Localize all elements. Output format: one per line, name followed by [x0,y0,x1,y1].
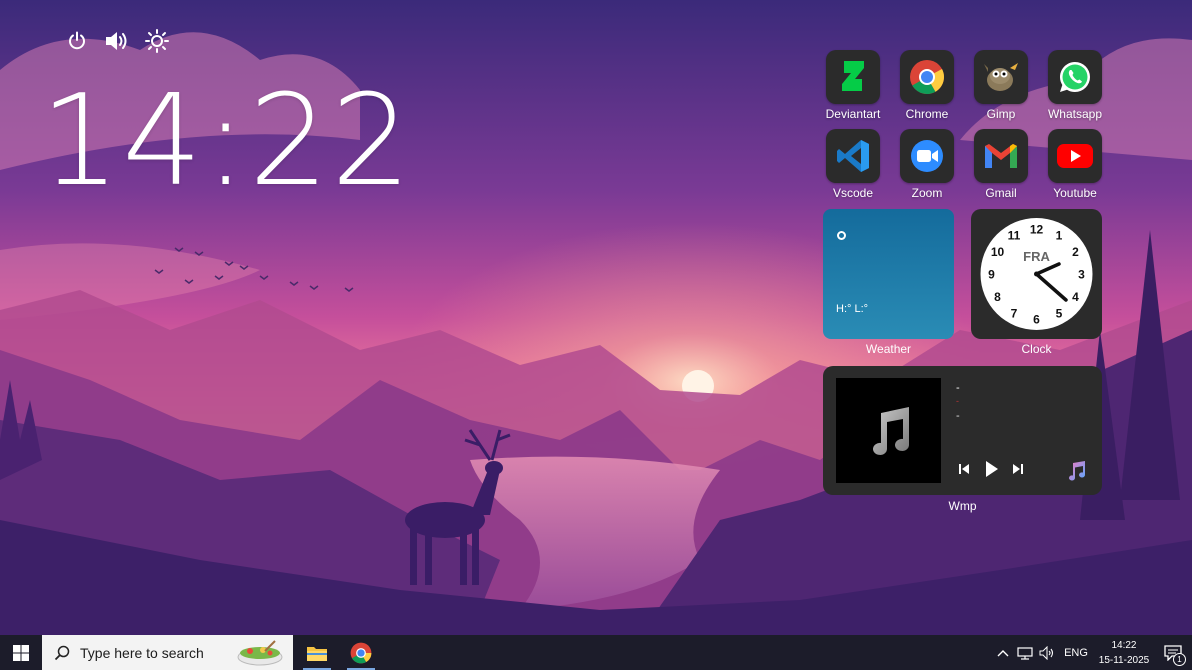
deviantart-icon [826,50,880,104]
app-label: Vscode [832,186,874,200]
app-youtube[interactable]: Youtube [1042,129,1108,200]
clock-number: 3 [1078,268,1085,282]
app-label: Zoom [911,186,943,200]
youtube-icon [1048,129,1102,183]
power-icon[interactable] [64,28,90,54]
app-label: Gimp [986,107,1016,121]
taskbar-date: 15-11-2025 [1098,654,1150,666]
quick-controls [64,28,170,54]
weather-widget-label: Weather [865,342,912,356]
clock-number: 8 [994,290,1001,304]
clock-number: 11 [1008,229,1021,243]
clock-number: 1 [1056,229,1063,243]
track-title: - [956,382,960,394]
search-highlight-salad-icon [237,640,283,666]
taskbar-chrome[interactable] [339,635,383,670]
clock-number: 5 [1056,307,1063,321]
app-deviantart[interactable]: Deviantart [820,50,886,121]
show-hidden-icons-chevron-up-icon[interactable] [992,635,1014,670]
search-placeholder: Type here to search [80,644,204,661]
music-note-icon [872,406,909,455]
chrome-icon [350,642,372,663]
whatsapp-icon [1048,50,1102,104]
track-album: - [956,410,960,422]
weather-widget[interactable]: H:° L:° [823,209,954,339]
clock-number: 4 [1072,290,1079,304]
start-button[interactable] [0,635,42,670]
app-label: Chrome [905,107,949,121]
app-zoom[interactable]: Zoom [894,129,960,200]
media-player-widget: - - - [823,366,1102,495]
previous-track-icon[interactable] [957,462,971,476]
network-icon[interactable] [1014,635,1036,670]
music-app-icon[interactable] [1067,460,1087,482]
weather-degree-icon [837,231,846,240]
taskbar-clock[interactable]: 14:22 15-11-2025 [1094,635,1154,670]
system-tray: ENG 14:22 15-11-2025 1 [992,635,1192,670]
brightness-icon[interactable] [144,28,170,54]
app-chrome[interactable]: Chrome [894,50,960,121]
app-label: Gmail [985,186,1017,200]
taskbar-search-box[interactable]: Type here to search [42,635,293,670]
notification-count-badge: 1 [1173,653,1186,666]
app-gmail[interactable]: Gmail [968,129,1034,200]
taskbar: Type here to search ENG 14:22 15-11-2025… [0,635,1192,670]
chrome-icon [900,50,954,104]
play-icon[interactable] [984,459,1000,479]
zoom-icon [900,129,954,183]
app-label: Youtube [1053,186,1097,200]
app-vscode[interactable]: Vscode [820,129,886,200]
app-label: Whatsapp [1047,107,1103,121]
windows-icon [13,644,29,661]
clock-number: 10 [991,245,1005,259]
app-gimp[interactable]: Gimp [968,50,1034,121]
volume-icon[interactable] [104,28,130,54]
clock-city-label: FRA [1023,249,1050,264]
app-label: Deviantart [825,107,881,121]
desktop-clock-time: 14:22 [40,67,414,214]
clock-number: 12 [1030,223,1044,237]
gimp-icon [974,50,1028,104]
language-indicator[interactable]: ENG [1058,635,1094,670]
app-whatsapp[interactable]: Whatsapp [1042,50,1108,121]
clock-number: 6 [1033,313,1040,327]
folder-icon [307,646,327,661]
taskbar-file-explorer[interactable] [295,635,339,670]
weather-hi-lo: H:° L:° [836,303,869,315]
track-artist: - [956,396,959,406]
clock-widget-label: Clock [1021,342,1052,356]
album-art [836,378,941,483]
media-player-label: Wmp [948,499,977,513]
clock-widget[interactable]: 12 1 2 3 4 5 6 7 8 9 10 11 FRA [971,209,1102,339]
clock-number: 7 [1011,307,1018,321]
next-track-icon[interactable] [1011,462,1025,476]
speaker-icon[interactable] [1036,635,1058,670]
taskbar-time: 14:22 [1111,639,1137,651]
vscode-icon [826,129,880,183]
search-icon [54,645,70,660]
clock-number: 2 [1072,245,1079,259]
notification-center-button[interactable]: 1 [1154,635,1192,670]
analog-clock-face: 12 12 3 45 6 78 9 1011 FRA [980,218,1093,330]
clock-number: 9 [988,268,995,282]
gmail-icon [974,129,1028,183]
